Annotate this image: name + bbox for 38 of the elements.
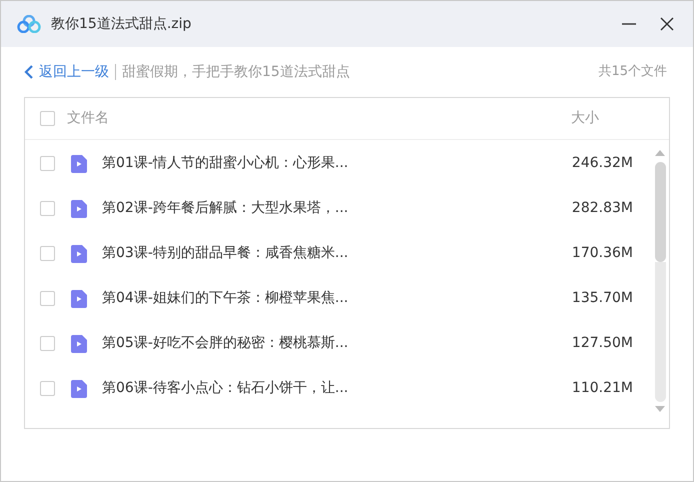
cloud-logo-icon [17,15,41,33]
back-link[interactable]: 返回上一级 [23,62,109,82]
column-header: 大小 [571,109,599,128]
folder-path: 甜蜜假期，手把手教你15道法式甜点 [122,62,350,82]
file-name[interactable]: 第06课-待客小点心：钻石小饼干，让... [102,378,348,399]
file-name[interactable]: 第04课-姐妹们的下午茶：柳橙苹果焦... [102,288,348,309]
row-checkbox[interactable] [40,336,55,351]
file-size: 135.70M [572,289,633,308]
scroll-down-icon[interactable] [655,406,665,412]
file-count: 共15个文件 [598,63,667,82]
chevron-left-icon [23,65,35,79]
window-title: 教你15道法式甜点.zip [51,14,192,34]
row-checkbox[interactable] [40,156,55,171]
minimize-icon[interactable] [622,23,636,25]
video-file-icon [71,154,87,172]
row-checkbox[interactable] [40,201,55,216]
row-checkbox[interactable] [40,381,55,396]
scroll-up-icon[interactable] [655,150,665,156]
row-checkbox[interactable] [40,246,55,261]
video-file-icon [71,244,87,262]
video-file-icon [71,290,87,308]
file-size: 282.83M [572,199,633,218]
file-name[interactable]: 第02课-跨年餐后解腻：大型水果塔，... [102,198,348,219]
file-name[interactable]: 第01课-情人节的甜蜜小心机：心形果... [102,153,348,174]
video-file-icon [71,380,87,398]
file-size: 246.32M [572,154,633,173]
file-size: 110.21M [572,379,633,398]
file-name[interactable]: 第05课-好吃不会胖的秘密：樱桃慕斯... [102,333,348,354]
file-size: 170.36M [572,244,633,263]
select-all-checkbox[interactable] [40,111,55,126]
video-file-icon [71,200,87,218]
scrollbar-thumb[interactable] [654,162,666,262]
video-file-icon [71,334,87,352]
row-checkbox[interactable] [40,291,55,306]
column-header: 文件名 [67,109,109,128]
close-icon[interactable] [660,17,674,31]
file-name[interactable]: 第03课-特别的甜品早餐：咸香焦糖米... [102,243,348,264]
file-size: 127.50M [572,334,633,353]
